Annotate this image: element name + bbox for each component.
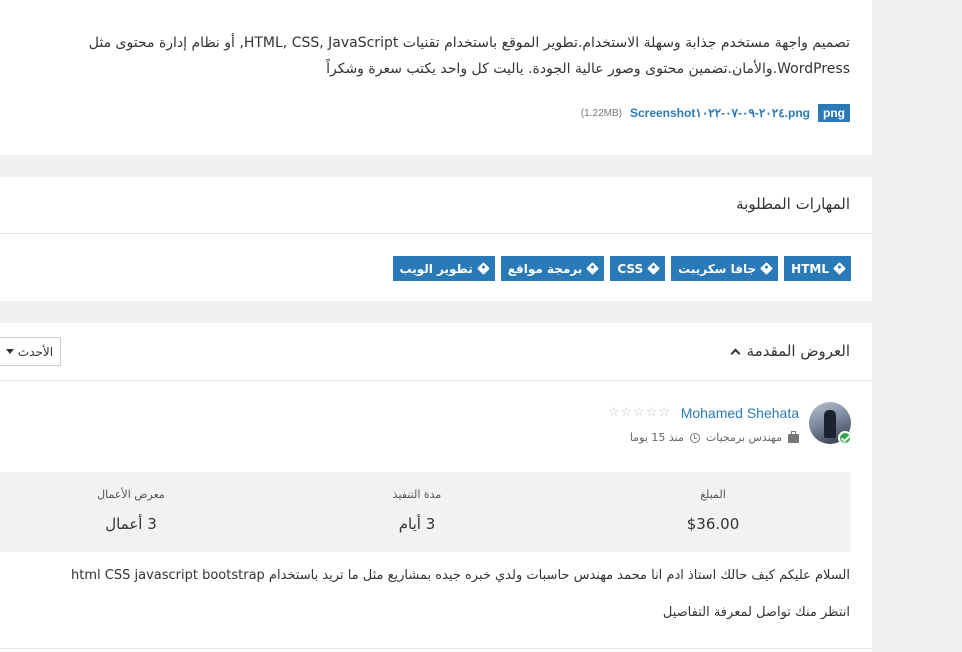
skills-card: المهارات المطلوبة HTML جافا سكريبت CSS ب… — [0, 177, 872, 301]
offer-stats-bar: المبلغ $36.00 مدة التنفيذ 3 أيام معرض ال… — [0, 472, 851, 552]
star-empty-icon: ☆ — [658, 405, 670, 420]
freelancer-meta: مهندس برمجيات منذ 15 يوما — [630, 431, 799, 444]
stat-label: مدة التنفيذ — [392, 488, 442, 501]
caret-down-icon — [5, 349, 14, 354]
skill-tag-javascript[interactable]: جافا سكريبت — [671, 256, 779, 281]
tag-icon — [476, 262, 490, 275]
stat-value: 3 أيام — [398, 515, 436, 533]
briefcase-icon — [788, 431, 799, 443]
offer-message-line: انتظر منك تواصل لمعرفة التفاصيل — [662, 605, 850, 620]
offer-message-line: السلام عليكم كيف حالك استاذ ادم انا محمد… — [71, 568, 850, 583]
main-column: تصميم واجهة مستخدم جذابة وسهلة الاستخدام… — [0, 0, 872, 652]
skill-tag-label: تطوير الويب — [399, 261, 473, 276]
attachment-filename-link[interactable]: Screenshot٢٠٢٤-٠٩-٠٧-١٠٢٢.png — [630, 106, 810, 120]
tag-icon — [647, 262, 660, 275]
freelancer-name-link[interactable]: Mohamed Shehata — [681, 405, 799, 421]
tag-icon — [833, 262, 846, 275]
star-empty-icon: ☆ — [607, 405, 620, 420]
stat-value: $36.00 — [686, 515, 740, 533]
avatar[interactable] — [809, 402, 852, 445]
project-description: تصميم واجهة مستخدم جذابة وسهلة الاستخدام… — [88, 35, 850, 77]
skills-tag-list: HTML جافا سكريبت CSS برمجة مواقع تطوير ا… — [392, 256, 851, 281]
skills-title: المهارات المطلوبة — [736, 195, 850, 213]
skill-tag-html[interactable]: HTML — [784, 256, 851, 281]
skill-tag-web-programming[interactable]: برمجة مواقع — [500, 256, 605, 281]
skill-tag-label: برمجة مواقع — [507, 261, 583, 276]
skill-tag-css[interactable]: CSS — [610, 256, 666, 281]
verified-check-icon — [838, 431, 852, 445]
stat-label: معرض الأعمال — [97, 488, 165, 501]
skill-tag-label: HTML — [791, 261, 829, 276]
stat-label: المبلغ — [700, 488, 726, 501]
star-empty-icon: ☆ — [620, 405, 633, 420]
skills-card-header: المهارات المطلوبة — [0, 177, 872, 234]
skill-tag-label: جافا سكريبت — [678, 261, 757, 276]
freelancer-job-title: مهندس برمجيات — [705, 431, 782, 444]
attachment[interactable]: (1.22MB) Screenshot٢٠٢٤-٠٩-٠٧-١٠٢٢.png p… — [581, 104, 850, 122]
star-empty-icon: ☆ — [645, 405, 658, 420]
star-empty-icon: ☆ — [633, 405, 645, 420]
project-description-card: تصميم واجهة مستخدم جذابة وسهلة الاستخدام… — [0, 0, 872, 155]
offer-time: منذ 15 يوما — [629, 431, 684, 444]
tag-icon — [586, 262, 600, 275]
chevron-up-icon — [730, 348, 741, 358]
tag-icon — [760, 262, 774, 275]
sort-dropdown[interactable]: الأحدث — [0, 337, 61, 366]
attachment-type-badge: png — [818, 104, 850, 122]
attachment-size: (1.22MB) — [580, 107, 622, 119]
avatar-figure — [824, 410, 836, 438]
rating-stars: ☆ ☆ ☆ ☆ ☆ — [608, 406, 670, 420]
skill-tag-web-development[interactable]: تطوير الويب — [392, 256, 495, 281]
offers-toggle[interactable]: العروض المقدمة — [730, 342, 850, 360]
sort-dropdown-label: الأحدث — [17, 344, 54, 359]
offer-divider — [0, 648, 872, 649]
skill-tag-label: CSS — [617, 261, 644, 276]
offers-title: العروض المقدمة — [746, 342, 850, 360]
stat-value: 3 أعمال — [105, 515, 157, 533]
clock-icon — [689, 432, 700, 443]
offers-card: العروض المقدمة الأحدث Mohamed Shehata ☆ … — [0, 323, 872, 652]
offers-card-header: العروض المقدمة الأحدث — [0, 323, 872, 381]
